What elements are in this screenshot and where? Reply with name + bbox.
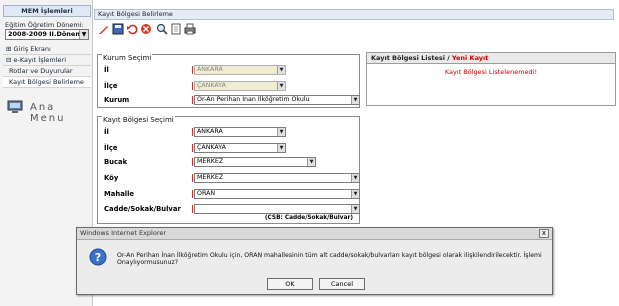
required-marker (192, 96, 193, 104)
term-select-value: 2008-2009 II.Dönem (8, 30, 83, 38)
koy-select[interactable]: MERKEZ ▼ (194, 173, 360, 183)
toolbar (96, 22, 216, 36)
kurum-il-select[interactable]: ANKARA ▼ (194, 65, 286, 75)
list-empty-message: Kayıt Bölgesi Listelenemedi! (444, 68, 538, 76)
koy-value: MERKEZ (197, 174, 224, 181)
required-marker (192, 158, 193, 166)
kurum-ilce-row: İlçe ÇANKAYA ▼ (104, 81, 359, 91)
sidebar-item-label: Rotlar ve Duyurular (9, 67, 73, 75)
required-marker (192, 205, 193, 213)
cadde-label: Cadde/Sokak/Bulvar (104, 205, 181, 213)
required-marker (192, 190, 193, 198)
sidebar-item-label: Giriş Ekranı (13, 45, 51, 53)
cadde-select[interactable]: ▼ (194, 204, 360, 214)
koy-row: Köy MERKEZ ▼ (104, 173, 360, 183)
kurum-value: Or-An Perihan İnan İlköğretim Okulu (197, 96, 310, 103)
chevron-down-icon: ▼ (277, 128, 285, 136)
page-title: Kayıt Bölgesi Belirleme (94, 9, 614, 20)
kurum-il-value: ANKARA (197, 66, 223, 73)
list-header: Kayıt Bölgesi Listesi / Yeni Kayıt (367, 53, 615, 64)
ana-menu-button[interactable]: Ana Menu (5, 98, 90, 124)
collapse-icon: ⊟ (6, 56, 12, 64)
sidebar-item-label: Kayıt Bölgesi Belirleme (9, 78, 84, 86)
chevron-down-icon: ▼ (351, 96, 359, 104)
kayit-bolgesi-list-panel: Kayıt Bölgesi Listesi / Yeni Kayıt Kayıt… (366, 52, 616, 106)
new-record-link[interactable]: Yeni Kayıt (452, 54, 488, 62)
dialog-title: Windows Internet Explorer (77, 228, 552, 240)
undo-icon[interactable] (126, 23, 138, 35)
mahalle-value: ORAN (197, 190, 216, 197)
required-marker (192, 128, 193, 136)
kurum-ilce-value: ÇANKAYA (197, 82, 226, 89)
chevron-down-icon: ▼ (277, 66, 285, 74)
delete-icon[interactable] (140, 23, 152, 35)
required-marker (192, 82, 193, 90)
chevron-down-icon: ▼ (277, 144, 285, 152)
sidebar-item-ekayit[interactable]: ⊟ e-Kayıt İşlemleri (3, 55, 91, 66)
print-icon[interactable] (184, 23, 196, 35)
required-marker (192, 174, 193, 182)
svg-text:?: ? (95, 251, 101, 264)
sidebar-item-giris[interactable]: ⊞ Giriş Ekranı (3, 44, 91, 55)
chevron-down-icon: ▼ (351, 190, 359, 198)
required-marker (192, 66, 193, 74)
term-select[interactable]: 2008-2009 II.Dönem ▼ (5, 29, 89, 40)
bolge-fieldset: Kayıt Bölgesi Seçimi İl ANKARA ▼ İlçe ÇA… (97, 116, 360, 224)
mahalle-label: Mahalle (104, 190, 135, 198)
chevron-down-icon: ▼ (307, 158, 315, 166)
bolge-ilce-value: ÇANKAYA (197, 144, 226, 151)
kurum-row: Kurum Or-An Perihan İnan İlköğretim Okul… (104, 95, 360, 105)
bolge-il-select[interactable]: ANKARA ▼ (194, 127, 286, 137)
computer-icon (7, 100, 23, 113)
mahalle-select[interactable]: ORAN ▼ (194, 189, 360, 199)
kurum-il-row: İl ANKARA ▼ (104, 65, 359, 75)
required-marker (192, 144, 193, 152)
term-label: Eğitim Öğretim Dönemi: (5, 21, 84, 29)
chevron-down-icon: ▼ (351, 174, 359, 182)
cancel-button[interactable]: Cancel (319, 278, 365, 290)
ana-menu-label: Ana Menu (30, 102, 66, 124)
question-icon: ? (89, 248, 107, 266)
bolge-ilce-select[interactable]: ÇANKAYA ▼ (194, 143, 286, 153)
kurum-select[interactable]: Or-An Perihan İnan İlköğretim Okulu ▼ (194, 95, 360, 105)
bucak-select[interactable]: MERKEZ ▼ (194, 157, 316, 167)
save-icon[interactable] (112, 23, 124, 35)
search-icon[interactable] (156, 23, 168, 35)
bolge-ilce-row: İlçe ÇANKAYA ▼ (104, 143, 359, 153)
sidebar-item-label: e-Kayıt İşlemleri (13, 56, 66, 64)
list-title: Kayıt Bölgesi Listesi / (371, 54, 452, 62)
close-icon[interactable]: x (539, 229, 549, 238)
il-label: İl (104, 128, 109, 136)
sidebar-item-rotlar[interactable]: Rotlar ve Duyurular (3, 66, 91, 77)
bucak-value: MERKEZ (197, 158, 224, 165)
confirm-dialog: Windows Internet Explorer x ? Or-An Peri… (76, 227, 553, 295)
bolge-il-row: İl ANKARA ▼ (104, 127, 359, 137)
koy-label: Köy (104, 174, 119, 182)
bolge-legend: Kayıt Bölgesi Seçimi (102, 116, 175, 124)
sidebar-item-kayit-bolgesi[interactable]: Kayıt Bölgesi Belirleme (3, 77, 91, 88)
bucak-label: Bucak (104, 158, 128, 166)
chevron-down-icon: ▼ (351, 205, 359, 213)
mahalle-row: Mahalle ORAN ▼ (104, 189, 360, 199)
bolge-il-value: ANKARA (197, 128, 223, 135)
kurum-label: Kurum (104, 96, 130, 104)
csb-note: (CSB: Cadde/Sokak/Bulvar) (264, 215, 353, 221)
kurum-fieldset: Kurum Seçimi İl ANKARA ▼ İlçe ÇANKAYA ▼ … (97, 54, 360, 108)
edit-icon[interactable] (98, 23, 110, 35)
cadde-row: Cadde/Sokak/Bulvar ▼ (104, 204, 360, 214)
ok-button[interactable]: OK (267, 278, 313, 290)
sidebar-menu: ⊞ Giriş Ekranı ⊟ e-Kayıt İşlemleri Rotla… (3, 44, 91, 88)
chevron-down-icon: ▼ (277, 82, 285, 90)
kurum-ilce-select[interactable]: ÇANKAYA ▼ (194, 81, 286, 91)
chevron-down-icon: ▼ (79, 30, 88, 39)
document-icon[interactable] (170, 23, 182, 35)
il-label: İl (104, 66, 109, 74)
ilce-label: İlçe (104, 82, 118, 90)
sidebar-header: MEM İşlemleri (3, 5, 91, 17)
dialog-message: Or-An Perihan İnan İlköğretim Okulu için… (117, 252, 542, 266)
kurum-legend: Kurum Seçimi (102, 54, 153, 62)
expand-icon: ⊞ (6, 45, 12, 53)
bucak-row: Bucak MERKEZ ▼ (104, 157, 359, 167)
ilce-label: İlçe (104, 144, 118, 152)
